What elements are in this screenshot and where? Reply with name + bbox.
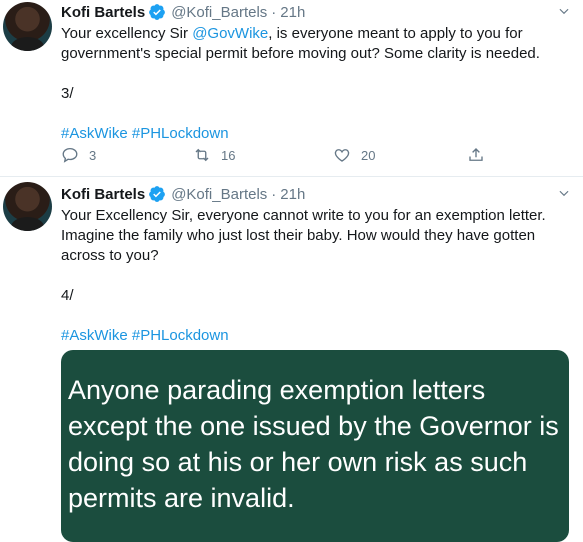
hashtags[interactable]: #AskWike #PHLockdown	[61, 124, 561, 144]
tweet[interactable]: Kofi Bartels @Kofi_Bartels · 21h Your Ex…	[0, 178, 583, 542]
reply-icon	[62, 147, 78, 163]
share-icon	[469, 148, 483, 161]
author-name[interactable]: Kofi Bartels	[61, 4, 145, 21]
retweet-count: 16	[221, 147, 236, 163]
separator-dot: ·	[271, 3, 277, 21]
reply-button[interactable]: 3	[61, 146, 96, 164]
tweet-text: Your excellency Sir @GovWike, is everyon…	[61, 24, 561, 144]
like-count: 20	[361, 147, 376, 163]
avatar[interactable]	[3, 182, 52, 231]
reply-count: 3	[89, 147, 97, 163]
author-name[interactable]: Kofi Bartels	[61, 186, 145, 203]
caret-down-icon[interactable]	[557, 186, 571, 200]
like-icon	[334, 149, 350, 162]
avatar[interactable]	[3, 2, 52, 51]
share-button[interactable]	[467, 146, 485, 164]
timestamp[interactable]: 21h	[280, 4, 305, 21]
tweet-header: Kofi Bartels @Kofi_Bartels · 21h	[61, 2, 305, 22]
like-button[interactable]: 20	[333, 146, 375, 164]
hashtags[interactable]: #AskWike #PHLockdown	[61, 326, 561, 346]
separator-dot: ·	[271, 185, 277, 203]
retweet-button[interactable]: 16	[193, 146, 235, 164]
caret-down-icon[interactable]	[557, 4, 571, 18]
action-bar: 3 16 20	[61, 146, 501, 168]
tweet-text-start: Your excellency Sir	[61, 25, 193, 42]
author-handle[interactable]: @Kofi_Bartels	[171, 186, 267, 203]
media-text: Anyone parading exemption letters except…	[68, 375, 559, 513]
retweet-icon	[195, 148, 209, 162]
tweet-header: Kofi Bartels @Kofi_Bartels · 21h	[61, 184, 305, 204]
tweet-media-image[interactable]: Anyone parading exemption letters except…	[61, 350, 569, 542]
mention-link[interactable]: @GovWike	[192, 25, 268, 42]
tweet-divider	[0, 176, 583, 177]
thread-index: 3/	[61, 85, 74, 102]
verified-icon	[149, 186, 166, 202]
tweet-text-main: Your Excellency Sir, everyone cannot wri…	[61, 207, 546, 264]
tweet[interactable]: Kofi Bartels @Kofi_Bartels · 21h Your ex…	[0, 0, 583, 176]
verified-icon	[149, 4, 166, 20]
thread-index: 4/	[61, 287, 74, 304]
author-handle[interactable]: @Kofi_Bartels	[171, 4, 267, 21]
timestamp[interactable]: 21h	[280, 186, 305, 203]
tweet-text: Your Excellency Sir, everyone cannot wri…	[61, 206, 561, 346]
